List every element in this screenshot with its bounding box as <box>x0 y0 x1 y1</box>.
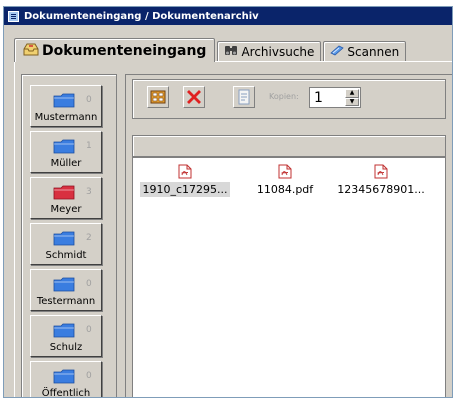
tab-label: Archivsuche <box>241 44 315 59</box>
file-name: 12345678901... <box>337 183 425 196</box>
document-count: 0 <box>86 279 92 289</box>
document-panel: Kopien: ▲ ▼ 1910_c1729 <box>125 74 452 397</box>
delete-x-icon <box>187 90 201 104</box>
document-count: 0 <box>86 371 92 381</box>
folder-icon <box>53 185 75 200</box>
print-button[interactable] <box>233 86 255 108</box>
pdf-file-icon <box>374 164 388 179</box>
file-list-header <box>132 135 446 157</box>
main-window: Dokumenteneingang / Dokumentenarchiv Dok… <box>3 6 453 398</box>
document-count: 3 <box>86 187 92 197</box>
user-name: Meyer <box>50 204 82 215</box>
inbox-icon <box>23 43 39 59</box>
file-name: 11084.pdf <box>256 183 314 196</box>
file-name: 1910_c17295... <box>140 182 230 197</box>
copies-label: Kopien: <box>269 92 299 101</box>
scanner-icon <box>330 44 345 59</box>
tab-dokumenteneingang[interactable]: Dokumenteneingang <box>14 38 216 62</box>
user-button-mustermann[interactable]: 0 Mustermann <box>30 85 102 127</box>
document-count: 1 <box>86 141 92 151</box>
tab-content-dokumenteneingang: 0 Mustermann 1 Müller 3 Meyer 2 Schmidt … <box>14 61 452 397</box>
document-toolbar: Kopien: ▲ ▼ <box>132 79 446 119</box>
tab-label: Dokumenteneingang <box>42 42 207 59</box>
folder-icon <box>53 323 75 338</box>
copies-spinbox[interactable]: ▲ ▼ <box>309 87 361 108</box>
file-item[interactable]: 11084.pdf <box>233 164 337 197</box>
copies-input[interactable] <box>310 89 342 106</box>
copies-spinner[interactable]: ▲ ▼ <box>345 89 359 106</box>
user-button-oeffentlich[interactable]: 0 Öffentlich <box>30 361 102 398</box>
tab-scannen[interactable]: Scannen <box>323 41 407 61</box>
document-count: 2 <box>86 233 92 243</box>
document-count: 0 <box>86 325 92 335</box>
user-button-mueller[interactable]: 1 Müller <box>30 131 102 173</box>
pdf-file-icon <box>178 164 192 179</box>
folder-icon <box>53 369 75 384</box>
pdf-file-icon <box>278 164 292 179</box>
user-name: Öffentlich <box>41 388 91 398</box>
delete-button[interactable] <box>183 86 205 108</box>
user-name: Müller <box>50 158 82 169</box>
file-item[interactable]: 12345678901... <box>329 164 433 197</box>
binoculars-icon <box>224 44 238 59</box>
folder-icon <box>53 277 75 292</box>
user-button-testermann[interactable]: 0 Testermann <box>30 269 102 311</box>
spin-down-icon[interactable]: ▼ <box>345 97 359 106</box>
app-icon <box>8 10 19 22</box>
tab-strip: Dokumenteneingang Archivsuche Scannen <box>14 37 408 62</box>
folder-icon <box>53 93 75 108</box>
file-list: 1910_c17295... 11084.pdf 12345678901... <box>132 157 446 397</box>
document-count: 0 <box>86 95 92 105</box>
title-bar[interactable]: Dokumenteneingang / Dokumentenarchiv <box>4 7 452 25</box>
user-name: Testermann <box>36 296 96 307</box>
window-title: Dokumenteneingang / Dokumentenarchiv <box>24 10 259 22</box>
archive-icon <box>150 90 166 104</box>
archive-button[interactable] <box>147 86 169 108</box>
tab-archivsuche[interactable]: Archivsuche <box>217 41 322 61</box>
folder-icon <box>53 139 75 154</box>
user-button-schmidt[interactable]: 2 Schmidt <box>30 223 102 265</box>
user-sidebar: 0 Mustermann 1 Müller 3 Meyer 2 Schmidt … <box>21 74 117 397</box>
print-icon <box>238 89 250 105</box>
folder-icon <box>53 231 75 246</box>
file-item[interactable]: 1910_c17295... <box>133 164 237 197</box>
user-name: Mustermann <box>34 112 98 123</box>
spin-up-icon[interactable]: ▲ <box>345 89 359 98</box>
user-button-meyer[interactable]: 3 Meyer <box>30 177 102 219</box>
tab-label: Scannen <box>347 44 400 59</box>
user-name: Schmidt <box>45 250 87 261</box>
user-name: Schulz <box>49 342 83 353</box>
user-button-schulz[interactable]: 0 Schulz <box>30 315 102 357</box>
